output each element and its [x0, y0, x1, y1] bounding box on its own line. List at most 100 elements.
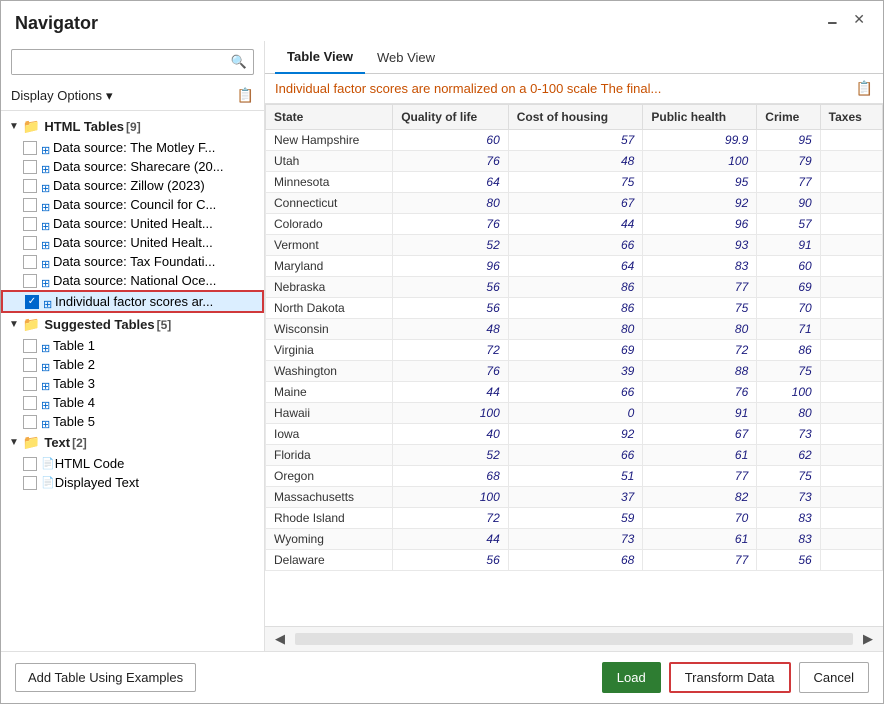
checkbox-individual[interactable]: ✓: [25, 295, 39, 309]
table-cell: 96: [393, 256, 509, 277]
table-cell: 83: [757, 508, 820, 529]
close-button[interactable]: ✕: [849, 11, 869, 35]
checkbox-table3[interactable]: [23, 377, 37, 391]
tree-item-label: Data source: Council for C...: [53, 197, 216, 212]
table-row: Oregon68517775: [266, 466, 883, 487]
export-icon[interactable]: 📋: [856, 80, 873, 97]
table-icon: [41, 218, 53, 230]
tree-item-united2[interactable]: Data source: United Healt...: [1, 233, 264, 252]
tree-item-sharecare[interactable]: Data source: Sharecare (20...: [1, 157, 264, 176]
tab-web-view[interactable]: Web View: [365, 41, 447, 73]
minimize-button[interactable]: 🗕: [823, 11, 841, 35]
table-row: Colorado76449657: [266, 214, 883, 235]
load-button[interactable]: Load: [602, 662, 661, 693]
tree-item-label: Data source: Zillow (2023): [53, 178, 205, 193]
tree-item-label: Table 3: [53, 376, 95, 391]
table-cell: 76: [643, 382, 757, 403]
col-housing: Cost of housing: [508, 105, 643, 130]
tree-item-council[interactable]: Data source: Council for C...: [1, 195, 264, 214]
checkbox-zillow[interactable]: [23, 179, 37, 193]
display-options[interactable]: Display Options ▾ 📋: [1, 83, 264, 111]
tree-item-tax[interactable]: Data source: Tax Foundati...: [1, 252, 264, 271]
collapse-arrow-icon: ▼: [9, 437, 19, 448]
table-row: Massachusetts100378273: [266, 487, 883, 508]
tree-item-table1[interactable]: Table 1: [1, 336, 264, 355]
checkbox-html-code[interactable]: [23, 457, 37, 471]
table-cell: [820, 235, 882, 256]
table-cell: North Dakota: [266, 298, 393, 319]
add-table-button[interactable]: Add Table Using Examples: [15, 663, 196, 692]
text-section[interactable]: ▼ 📁 Text [2]: [1, 431, 264, 454]
table-cell: [820, 214, 882, 235]
table-row: Maryland96648360: [266, 256, 883, 277]
table-row: Iowa40926773: [266, 424, 883, 445]
table-cell: 68: [508, 550, 643, 571]
scroll-right-icon[interactable]: ▶: [857, 629, 879, 649]
checkbox-united2[interactable]: [23, 236, 37, 250]
table-cell: 56: [757, 550, 820, 571]
checkbox-sharecare[interactable]: [23, 160, 37, 174]
table-cell: 91: [757, 235, 820, 256]
checkbox-displayed-text[interactable]: [23, 476, 37, 490]
table-icon: [41, 359, 53, 371]
scroll-left-icon[interactable]: ◀: [269, 629, 291, 649]
table-cell: 71: [757, 319, 820, 340]
tree-item-table5[interactable]: Table 5: [1, 412, 264, 431]
transform-data-button[interactable]: Transform Data: [669, 662, 791, 693]
tree-item-label: Data source: United Healt...: [53, 216, 213, 231]
tree-item-table3[interactable]: Table 3: [1, 374, 264, 393]
tree-item-motley[interactable]: Data source: The Motley F...: [1, 138, 264, 157]
html-tables-section[interactable]: ▼ 📁 HTML Tables [9]: [1, 115, 264, 138]
table-cell: 72: [643, 340, 757, 361]
horizontal-scrollbar[interactable]: ◀ ▶: [265, 626, 883, 651]
checkbox-united1[interactable]: [23, 217, 37, 231]
tree-panel: ▼ 📁 HTML Tables [9] Data source: The Mot…: [1, 111, 264, 651]
tree-item-html-code[interactable]: 📄 HTML Code: [1, 454, 264, 473]
checkbox-table4[interactable]: [23, 396, 37, 410]
main-content: 🔍 Display Options ▾ 📋 ▼ 📁 HTML Tables [9…: [1, 41, 883, 651]
tree-item-zillow[interactable]: Data source: Zillow (2023): [1, 176, 264, 195]
checkbox-council[interactable]: [23, 198, 37, 212]
tree-item-table2[interactable]: Table 2: [1, 355, 264, 374]
data-table-container[interactable]: State Quality of life Cost of housing Pu…: [265, 104, 883, 626]
checkbox-table1[interactable]: [23, 339, 37, 353]
table-cell: Minnesota: [266, 172, 393, 193]
tree-item-displayed-text[interactable]: 📄 Displayed Text: [1, 473, 264, 492]
checkbox-national[interactable]: [23, 274, 37, 288]
tree-item-label: Table 4: [53, 395, 95, 410]
table-cell: 77: [643, 550, 757, 571]
table-cell: [820, 445, 882, 466]
tree-item-table4[interactable]: Table 4: [1, 393, 264, 412]
checkbox-table2[interactable]: [23, 358, 37, 372]
col-quality: Quality of life: [393, 105, 509, 130]
suggested-tables-section[interactable]: ▼ 📁 Suggested Tables [5]: [1, 313, 264, 336]
table-cell: 75: [643, 298, 757, 319]
cancel-button[interactable]: Cancel: [799, 662, 869, 693]
tree-item-national[interactable]: Data source: National Oce...: [1, 271, 264, 290]
tree-item-individual[interactable]: ✓ Individual factor scores ar...: [1, 290, 264, 313]
tab-table-view[interactable]: Table View: [275, 41, 365, 74]
table-cell: Delaware: [266, 550, 393, 571]
title-bar: Navigator 🗕 ✕: [1, 1, 883, 41]
table-cell: [820, 382, 882, 403]
table-cell: 69: [508, 340, 643, 361]
table-cell: 72: [393, 340, 509, 361]
tree-item-label: Data source: National Oce...: [53, 273, 216, 288]
table-row: Wyoming44736183: [266, 529, 883, 550]
tree-item-label: Data source: Tax Foundati...: [53, 254, 215, 269]
table-icon: [41, 416, 53, 428]
table-cell: 91: [643, 403, 757, 424]
checkbox-tax[interactable]: [23, 255, 37, 269]
table-cell: [820, 466, 882, 487]
search-input[interactable]: [12, 51, 225, 74]
checkbox-table5[interactable]: [23, 415, 37, 429]
tree-item-united1[interactable]: Data source: United Healt...: [1, 214, 264, 233]
table-cell: Connecticut: [266, 193, 393, 214]
table-cell: Rhode Island: [266, 508, 393, 529]
table-cell: 48: [393, 319, 509, 340]
tree-item-label: HTML Code: [55, 456, 125, 471]
scroll-track[interactable]: [295, 633, 853, 645]
table-icon: [41, 161, 53, 173]
checkbox-motley[interactable]: [23, 141, 37, 155]
table-cell: Vermont: [266, 235, 393, 256]
